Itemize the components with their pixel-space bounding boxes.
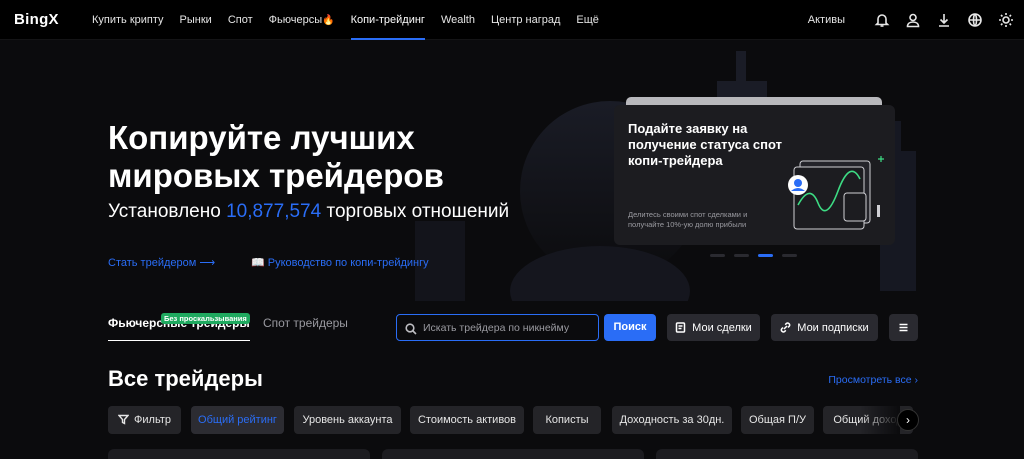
filter-button[interactable]: Фильтр	[108, 406, 181, 434]
arrow-right-icon: ⟶	[199, 257, 216, 269]
nav-right-group: Активы	[808, 0, 1014, 40]
trader-card[interactable]	[382, 449, 644, 459]
sort-filter-bar: Фильтр Общий рейтинг Уровень аккаунта Ст…	[108, 406, 918, 435]
trader-search-input[interactable]	[423, 321, 593, 334]
my-subscriptions-button[interactable]: Мои подписки	[771, 314, 878, 341]
filter-label: Фильтр	[134, 414, 171, 426]
search-icon	[405, 322, 417, 335]
hero-subtitle-suffix: торговых отношений	[326, 201, 510, 222]
nav-item-buy-crypto[interactable]: Купить крипту	[92, 0, 164, 40]
view-all-label: Просмотреть все	[828, 374, 912, 386]
trader-search-box	[396, 314, 599, 341]
sun-icon[interactable]	[998, 12, 1014, 28]
hero-banner: Копируйте лучших мировых трейдеров Устан…	[0, 41, 1024, 301]
nav-menu: Купить крипту Рынки Спот Фьючерсы🔥 Копи-…	[92, 0, 615, 40]
my-subscriptions-label: Мои подписки	[797, 321, 869, 334]
bingx-logo[interactable]: BingX	[14, 11, 59, 28]
hero-subtitle-prefix: Установлено	[108, 201, 221, 222]
sort-chip-30d-roi[interactable]: Доходность за 30дн.	[612, 406, 732, 434]
globe-icon[interactable]	[967, 12, 983, 28]
no-slippage-badge: Без проскальзывания	[161, 313, 250, 324]
tab-futures-traders[interactable]: Фьючерсные трейдеры Без проскальзывания	[108, 313, 250, 341]
fire-icon: 🔥	[322, 15, 335, 26]
my-trades-label: Мои сделки	[692, 321, 752, 334]
top-navbar: BingX Купить крипту Рынки Спот Фьючерсы🔥…	[0, 0, 1024, 40]
search-button[interactable]: Поиск	[604, 314, 656, 341]
all-traders-title: Все трейдеры	[108, 366, 263, 391]
sort-chip-asset-value[interactable]: Стоимость активов	[410, 406, 524, 434]
copy-relations-count: 10,877,574	[226, 201, 322, 222]
sort-chip-overall-rating[interactable]: Общий рейтинг	[191, 406, 284, 434]
nav-item-wealth[interactable]: Wealth	[441, 0, 475, 40]
nav-item-spot[interactable]: Спот	[228, 0, 253, 40]
spot-trader-promo-card[interactable]: Подайте заявку на получение статуса спот…	[614, 105, 895, 245]
chevron-right-icon: ›	[906, 413, 910, 427]
sort-chip-account-level[interactable]: Уровень аккаунта	[294, 406, 401, 434]
promo-description: Делитесь своими спот сделками и получайт…	[628, 210, 748, 229]
book-icon: 📖	[251, 257, 265, 269]
nav-item-rewards-center[interactable]: Центр наград	[491, 0, 560, 40]
download-icon[interactable]	[936, 12, 952, 28]
hero-subtitle: Установлено 10,877,574 торговых отношени…	[108, 201, 509, 223]
trader-card[interactable]	[108, 449, 370, 459]
my-trades-button[interactable]: Мои сделки	[667, 314, 760, 341]
hero-title: Копируйте лучших мировых трейдеров	[108, 119, 444, 194]
scroll-right-button[interactable]: ›	[897, 409, 919, 431]
copy-trading-guide-link[interactable]: 📖 Руководство по копи-трейдингу	[251, 256, 429, 269]
carousel-dot[interactable]	[710, 254, 725, 257]
copy-trading-guide-label: Руководство по копи-трейдингу	[267, 257, 429, 269]
nav-item-futures-label: Фьючерсы	[268, 14, 323, 26]
nav-item-copy-trading[interactable]: Копи-трейдинг	[350, 0, 426, 40]
trader-chart-illustration	[788, 156, 884, 230]
become-trader-label: Стать трейдером	[108, 257, 197, 269]
bell-icon[interactable]	[874, 12, 890, 28]
carousel-indicators	[710, 254, 806, 257]
promo-title: Подайте заявку на получение статуса спот…	[628, 121, 782, 168]
user-icon[interactable]	[905, 12, 921, 28]
chevron-right-icon: ›	[914, 374, 919, 386]
trader-card[interactable]	[656, 449, 918, 459]
nav-item-more[interactable]: Ещё	[576, 0, 599, 40]
sort-chip-total-pnl[interactable]: Общая П/У	[741, 406, 814, 434]
carousel-dot[interactable]	[782, 254, 797, 257]
nav-item-markets[interactable]: Рынки	[180, 0, 212, 40]
sort-chip-copiers[interactable]: Кописты	[533, 406, 601, 434]
menu-button[interactable]	[889, 314, 918, 341]
tab-spot-traders[interactable]: Спот трейдеры	[263, 316, 348, 330]
view-all-link[interactable]: Просмотреть все ›	[828, 374, 918, 386]
carousel-dot-active[interactable]	[758, 254, 773, 257]
hamburger-icon	[899, 323, 908, 332]
document-icon	[675, 322, 686, 333]
filter-icon	[117, 414, 130, 425]
link-icon	[780, 322, 791, 333]
nav-item-futures[interactable]: Фьючерсы🔥	[269, 0, 335, 40]
filter-bar-fade	[860, 405, 900, 435]
assets-link[interactable]: Активы	[808, 14, 845, 26]
carousel-dot[interactable]	[734, 254, 749, 257]
become-trader-link[interactable]: Стать трейдером ⟶	[108, 256, 215, 269]
